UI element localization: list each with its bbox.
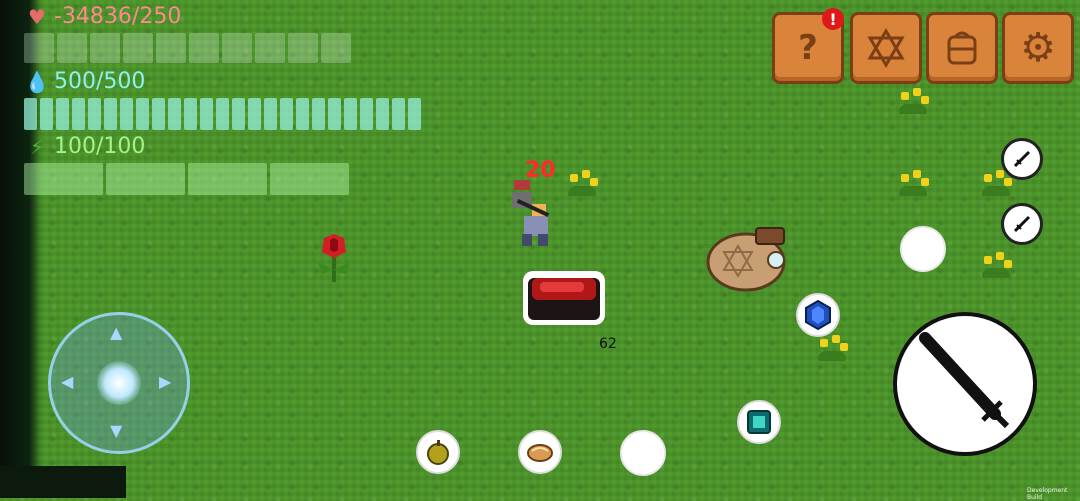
arrow-left-icon: ◀	[61, 372, 74, 391]
mp-bar-segment	[264, 98, 277, 130]
mp-bar-segment	[152, 98, 165, 130]
swap-weapon-button[interactable]	[1001, 138, 1043, 180]
arrow-right-icon: ▶	[159, 372, 172, 391]
arrow-down-icon: ▼	[110, 421, 123, 440]
development-build-label: Development Build	[1027, 487, 1068, 501]
mp-bar-segment	[200, 98, 213, 130]
hp-bar-segment	[57, 33, 87, 63]
mp-bar-segment	[312, 98, 325, 130]
red-flower	[318, 234, 350, 282]
mp-bar-segment	[296, 98, 309, 130]
loot-sack[interactable]	[706, 224, 794, 294]
mp-bar-segment	[328, 98, 341, 130]
item-count-label: 62	[599, 336, 617, 352]
mp-bar-segment	[24, 98, 37, 130]
sapphire-icon	[805, 300, 831, 330]
stamina-bar	[24, 163, 349, 195]
hp-bar-segment	[123, 33, 153, 63]
mp-bar-segment	[360, 98, 373, 130]
bread-icon	[527, 444, 553, 462]
yellow-flower	[893, 88, 933, 114]
mp-bar-segment	[280, 98, 293, 130]
hp-value: -34836/250	[54, 4, 182, 29]
hotbar-slot-bread[interactable]	[518, 430, 562, 474]
mp-bar-segment	[184, 98, 197, 130]
hp-stat: ♥ -34836/250	[26, 4, 181, 29]
yellow-flower	[893, 170, 933, 196]
sword-icon	[919, 332, 1010, 429]
swap-tool-button[interactable]	[1001, 203, 1043, 245]
stamina-bar-segment	[24, 163, 103, 195]
sapphire-gem-item[interactable]	[796, 293, 840, 337]
golden-apple-icon	[427, 440, 449, 465]
mp-bar-segment	[376, 98, 389, 130]
help-icon: ?	[798, 28, 818, 68]
mp-bar-segment	[104, 98, 117, 130]
stamina-stat: ⚡ 100/100	[26, 134, 145, 159]
mp-bar-segment	[168, 98, 181, 130]
mp-bar-segment	[56, 98, 69, 130]
mp-bar-segment	[232, 98, 245, 130]
alert-badge: !	[822, 8, 844, 30]
mp-bar-segment	[136, 98, 149, 130]
mp-bar-segment	[216, 98, 229, 130]
heart-icon: ♥	[28, 4, 46, 29]
mp-value: 500/500	[54, 69, 146, 94]
hp-bar-segment	[189, 33, 219, 63]
mp-bar-segment	[344, 98, 357, 130]
movement-joystick[interactable]: ▲ ▼ ◀ ▶	[48, 312, 190, 454]
sword-swap-icon	[1013, 150, 1031, 168]
attack-button[interactable]	[893, 312, 1037, 456]
dark-void-corner	[0, 466, 126, 498]
star-of-david-icon	[867, 28, 905, 68]
mp-bar	[24, 98, 421, 130]
mp-bar-segment	[248, 98, 261, 130]
mp-bar-segment	[408, 98, 421, 130]
lightning-icon: ⚡	[29, 134, 45, 159]
yellow-flower	[812, 335, 852, 361]
dropped-red-ingot[interactable]	[520, 268, 608, 328]
yellow-flower	[976, 252, 1016, 278]
backpack-icon	[947, 31, 977, 65]
player-character	[512, 180, 550, 246]
star-menu-button[interactable]	[850, 12, 922, 84]
mp-bar-segment	[88, 98, 101, 130]
mp-bar-segment	[40, 98, 53, 130]
mp-stat: 💧 500/500	[24, 69, 146, 94]
emerald-gem-item[interactable]	[737, 400, 781, 444]
emerald-icon	[747, 410, 771, 434]
damage-number: 20	[525, 158, 556, 183]
gear-icon: ⚙	[1020, 25, 1056, 71]
hotbar-slot-empty[interactable]	[620, 430, 666, 476]
hp-bar-segment	[90, 33, 120, 63]
settings-button[interactable]: ⚙	[1002, 12, 1074, 84]
backpack-button[interactable]	[926, 12, 998, 84]
water-drop-icon: 💧	[24, 69, 50, 94]
stamina-bar-segment	[106, 163, 185, 195]
hp-bar-segment	[321, 33, 351, 63]
joystick-knob[interactable]	[97, 361, 141, 405]
stamina-bar-segment	[188, 163, 267, 195]
action-button-empty[interactable]	[900, 226, 946, 272]
hp-bar-segment	[288, 33, 318, 63]
hotbar-slot-apple[interactable]	[416, 430, 460, 474]
mp-bar-segment	[72, 98, 85, 130]
dagger-swap-icon	[1013, 215, 1031, 233]
stamina-value: 100/100	[54, 134, 146, 159]
hp-bar-segment	[255, 33, 285, 63]
mp-bar-segment	[120, 98, 133, 130]
hp-bar-segment	[222, 33, 252, 63]
hp-bar-segment	[156, 33, 186, 63]
hp-bar-segment	[24, 33, 54, 63]
mp-bar-segment	[392, 98, 405, 130]
yellow-flower	[562, 170, 602, 196]
arrow-up-icon: ▲	[110, 323, 123, 342]
hp-bar	[24, 33, 351, 63]
stamina-bar-segment	[270, 163, 349, 195]
